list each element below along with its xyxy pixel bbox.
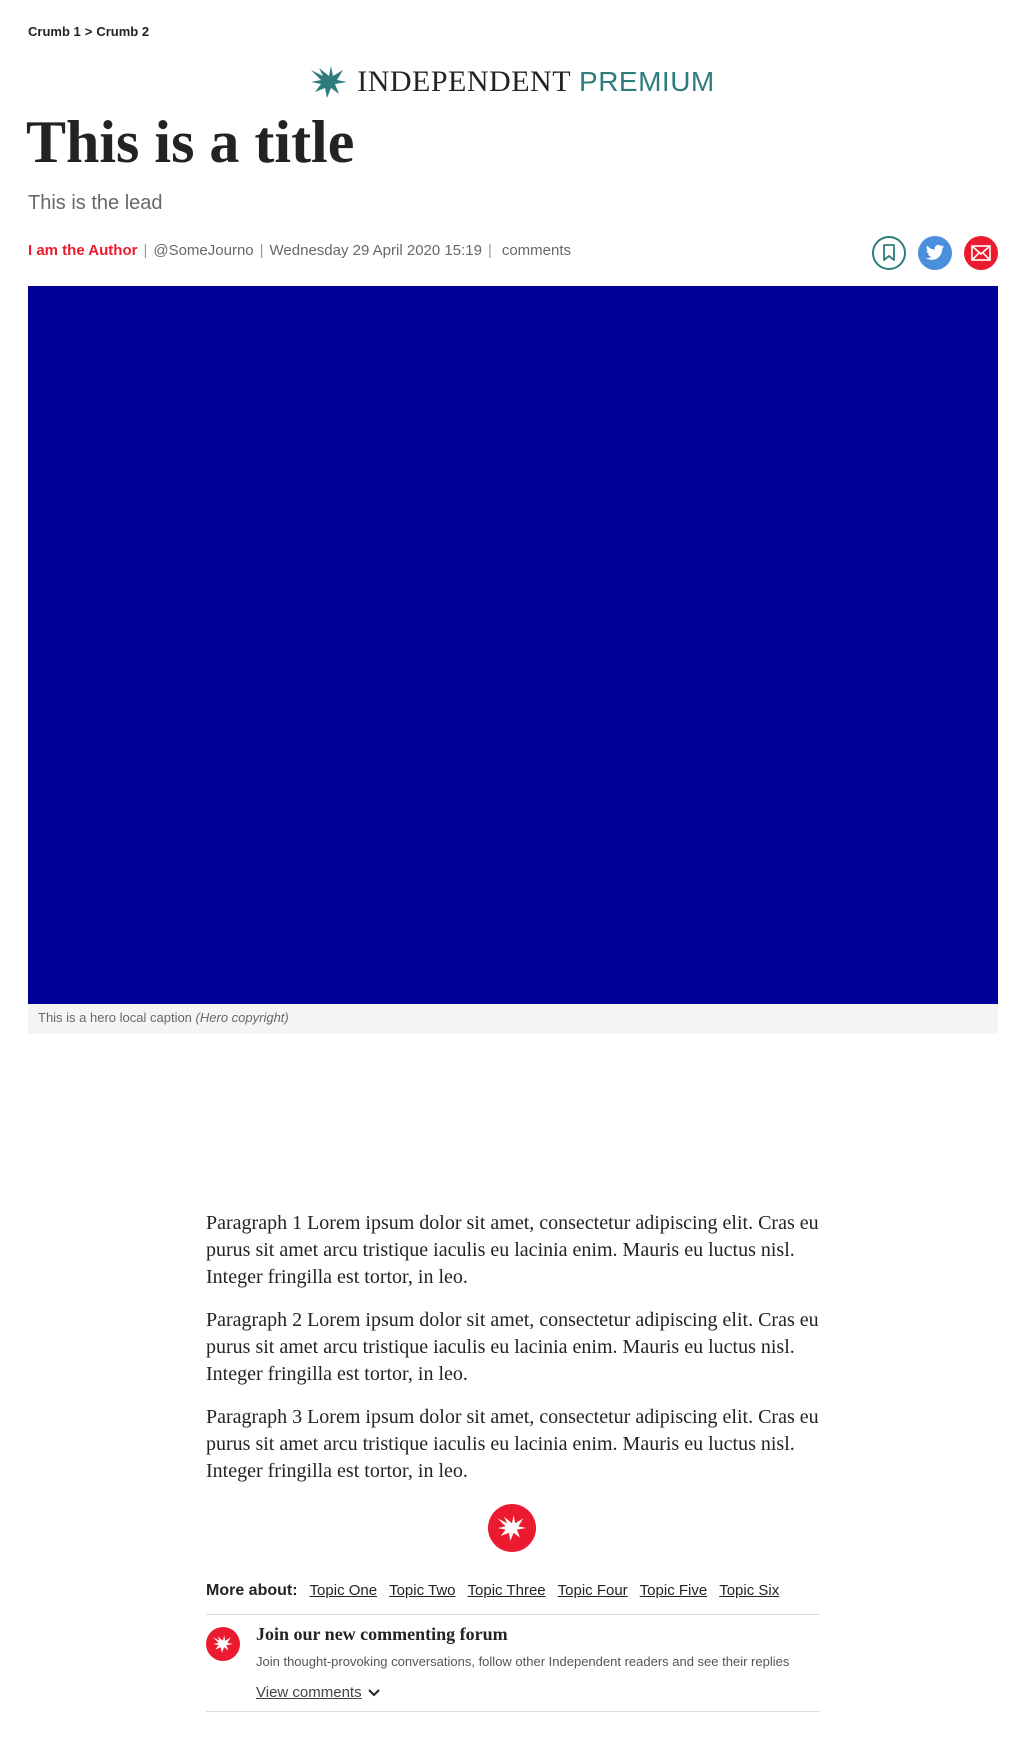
- more-about-topics: More about: Topic One Topic Two Topic Th…: [206, 1582, 820, 1600]
- view-comments-button[interactable]: View comments: [256, 1684, 380, 1701]
- bookmark-icon: [883, 244, 895, 261]
- forum-subtext: Join thought-provoking conversations, fo…: [256, 1654, 790, 1669]
- topic-link[interactable]: Topic Five: [640, 1582, 708, 1599]
- commenting-forum-promo: Join our new commenting forum Join thoug…: [206, 1622, 820, 1708]
- byline-separator: |: [487, 242, 492, 259]
- topic-link[interactable]: Topic Three: [468, 1582, 546, 1599]
- breadcrumb-item-2[interactable]: Crumb 2: [96, 24, 149, 39]
- byline: I am the Author | @SomeJourno | Wednesda…: [28, 242, 571, 259]
- breadcrumb-item-1[interactable]: Crumb 1: [28, 24, 81, 39]
- article-body: Paragraph 1 Lorem ipsum dolor sit amet, …: [206, 1210, 820, 1501]
- caption-copyright: (Hero copyright): [195, 1010, 289, 1025]
- hero-caption: This is a hero local caption (Hero copyr…: [28, 1004, 998, 1034]
- twitter-handle-link[interactable]: @SomeJourno: [153, 242, 253, 259]
- article-paragraph: Paragraph 3 Lorem ipsum dolor sit amet, …: [206, 1406, 819, 1482]
- publish-date: Wednesday 29 April 2020 15:19: [269, 242, 482, 259]
- caption-text: This is a hero local caption: [38, 1010, 192, 1025]
- eagle-icon: [213, 1635, 233, 1653]
- view-comments-label: View comments: [256, 1684, 362, 1701]
- breadcrumb-separator: >: [84, 24, 93, 39]
- article-paragraph: Paragraph 1 Lorem ipsum dolor sit amet, …: [206, 1212, 819, 1288]
- twitter-icon: [925, 244, 945, 260]
- article-paragraph: Paragraph 2 Lorem ipsum dolor sit amet, …: [206, 1309, 819, 1385]
- breadcrumb: Crumb 1 > Crumb 2: [28, 24, 149, 39]
- forum-heading: Join our new commenting forum: [256, 1624, 508, 1644]
- topic-link[interactable]: Topic Six: [719, 1582, 779, 1599]
- topic-link[interactable]: Topic Two: [389, 1582, 455, 1599]
- divider: [206, 1711, 820, 1712]
- topic-link[interactable]: Topic Four: [558, 1582, 628, 1599]
- forum-logo: [206, 1627, 240, 1661]
- premium-label: PREMIUM: [579, 66, 715, 97]
- masthead-logo[interactable]: INDEPENDENT PREMIUM: [0, 64, 1024, 100]
- article-title: This is a title: [26, 109, 355, 175]
- brand-name: INDEPENDENT: [357, 65, 572, 98]
- author-link[interactable]: I am the Author: [28, 242, 137, 259]
- topic-link[interactable]: Topic One: [310, 1582, 378, 1599]
- email-share-button[interactable]: [964, 236, 998, 270]
- share-buttons: [872, 236, 998, 270]
- eagle-icon: [497, 1515, 527, 1541]
- bookmark-button[interactable]: [872, 236, 906, 270]
- email-icon: [971, 245, 991, 261]
- independent-logo-mark: [488, 1504, 536, 1552]
- comments-link[interactable]: comments: [502, 242, 571, 259]
- article-lead: This is the lead: [28, 192, 163, 214]
- more-about-label: More about:: [206, 1582, 298, 1599]
- divider: [206, 1614, 820, 1615]
- eagle-icon: [311, 66, 348, 98]
- twitter-share-button[interactable]: [918, 236, 952, 270]
- hero-image: [28, 286, 998, 1004]
- chevron-down-icon: [367, 1688, 380, 1696]
- byline-separator: |: [259, 242, 264, 259]
- byline-separator: |: [143, 242, 148, 259]
